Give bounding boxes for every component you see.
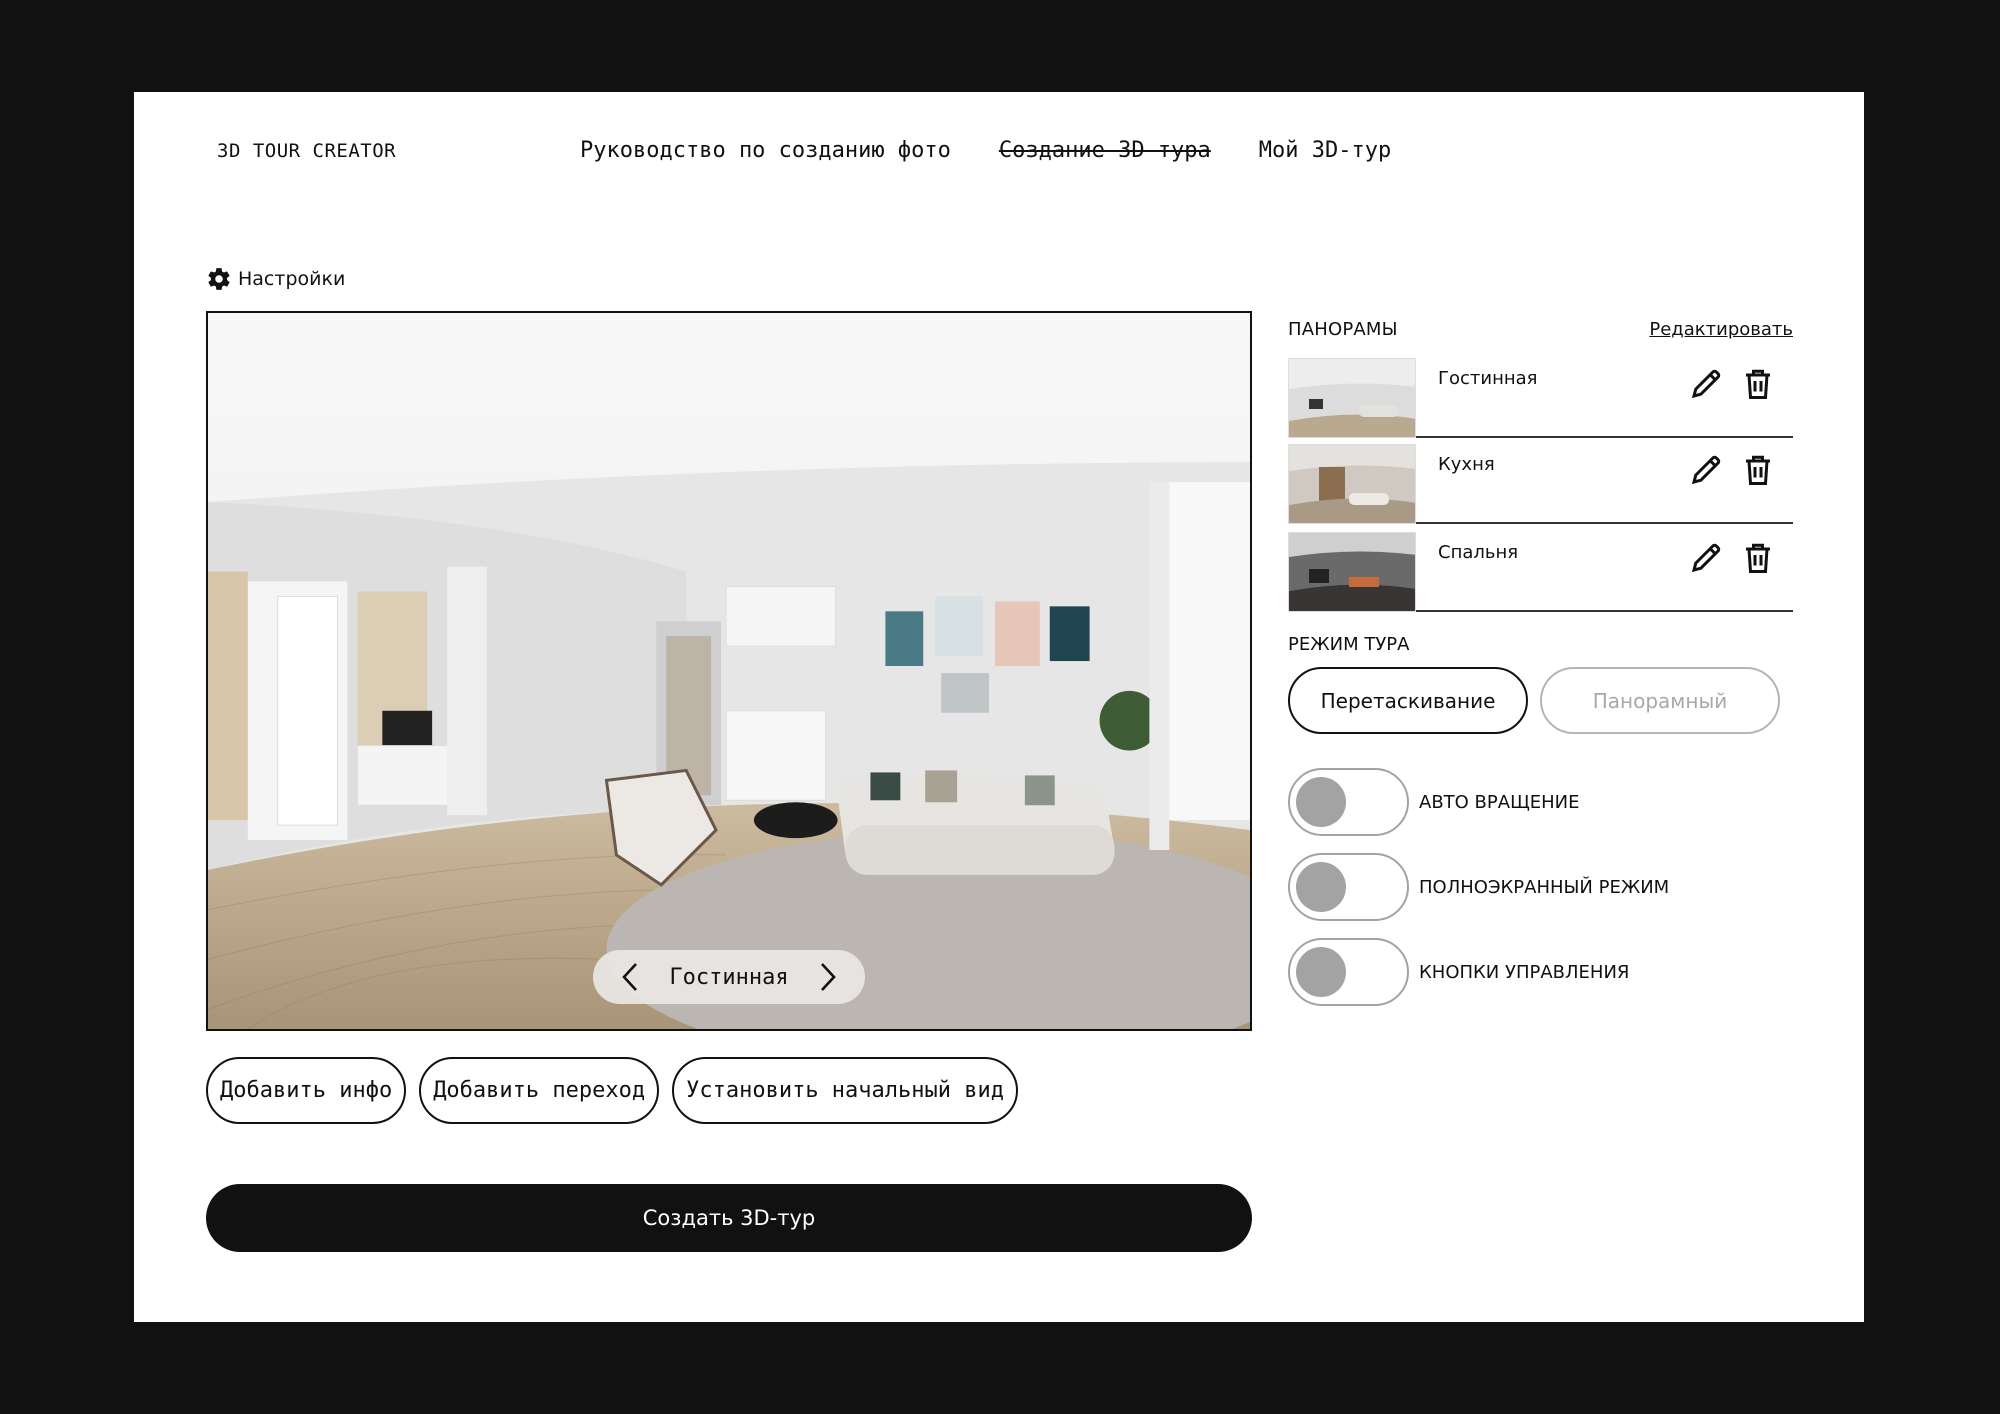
- nav-link-create-tour[interactable]: Создание 3D-тура: [999, 138, 1211, 163]
- auto-rotate-label: АВТО ВРАЩЕНИЕ: [1419, 791, 1580, 813]
- panoramas-panel: ПАНОРАМЫ Редактировать Гостинная Кухня С…: [1288, 314, 1793, 1023]
- mode-panoramic-button[interactable]: Панорамный: [1540, 667, 1780, 734]
- delete-panorama-button[interactable]: [1740, 366, 1776, 402]
- current-panorama-label: Гостинная: [669, 964, 789, 990]
- prev-panorama-button[interactable]: [619, 961, 641, 993]
- edit-panoramas-link[interactable]: Редактировать: [1649, 319, 1793, 340]
- panorama-image: [208, 313, 1250, 1029]
- next-panorama-button[interactable]: [817, 961, 839, 993]
- panorama-item[interactable]: Спальня: [1288, 532, 1793, 612]
- toggle-row-fullscreen: ПОЛНОЭКРАННЫЙ РЕЖИМ: [1288, 853, 1793, 921]
- pencil-icon: [1691, 543, 1721, 573]
- add-transition-button[interactable]: Добавить переход: [419, 1057, 660, 1124]
- chevron-right-icon: [821, 963, 836, 991]
- toggle-row-auto-rotate: АВТО ВРАЩЕНИЕ: [1288, 768, 1793, 836]
- chevron-left-icon: [622, 963, 637, 991]
- panorama-name: Спальня: [1438, 542, 1519, 563]
- auto-rotate-toggle[interactable]: [1288, 768, 1409, 836]
- trash-icon: [1746, 369, 1770, 399]
- fullscreen-toggle[interactable]: [1288, 853, 1409, 921]
- panorama-list: Гостинная Кухня Спальня: [1288, 358, 1793, 612]
- delete-panorama-button[interactable]: [1740, 540, 1776, 576]
- panorama-thumbnail[interactable]: [1288, 532, 1416, 612]
- control-buttons-toggle[interactable]: [1288, 938, 1409, 1006]
- edit-panorama-button[interactable]: [1688, 540, 1724, 576]
- toggle-knob: [1296, 862, 1346, 912]
- tour-options: АВТО ВРАЩЕНИЕ ПОЛНОЭКРАННЫЙ РЕЖИМ КНОПКИ…: [1288, 768, 1793, 1006]
- add-info-button[interactable]: Добавить инфо: [206, 1057, 407, 1124]
- panorama-thumbnail[interactable]: [1288, 444, 1416, 524]
- toggle-row-controls: КНОПКИ УПРАВЛЕНИЯ: [1288, 938, 1793, 1006]
- main-nav: Руководство по созданию фото Создание 3D…: [580, 138, 1391, 163]
- pencil-icon: [1691, 455, 1721, 485]
- tour-mode-selector: Перетаскивание Панорамный: [1288, 667, 1793, 734]
- trash-icon: [1746, 543, 1770, 573]
- set-start-view-button[interactable]: Установить начальный вид: [672, 1057, 1018, 1124]
- panorama-thumbnail[interactable]: [1288, 358, 1416, 438]
- panorama-switcher: Гостинная: [593, 950, 865, 1004]
- mode-drag-button[interactable]: Перетаскивание: [1288, 667, 1528, 734]
- fullscreen-label: ПОЛНОЭКРАННЫЙ РЕЖИМ: [1419, 876, 1670, 898]
- settings-button[interactable]: Настройки: [206, 266, 345, 292]
- viewer-tools: Добавить инфо Добавить переход Установит…: [206, 1057, 1018, 1124]
- edit-panorama-button[interactable]: [1688, 452, 1724, 488]
- nav-link-my-tour[interactable]: Мой 3D-тур: [1259, 138, 1391, 163]
- settings-label: Настройки: [238, 268, 346, 290]
- panoramas-title: ПАНОРАМЫ: [1288, 318, 1398, 340]
- toggle-knob: [1296, 777, 1346, 827]
- panorama-viewer[interactable]: Гостинная: [206, 311, 1252, 1031]
- app-window: 3D TOUR CREATOR Руководство по созданию …: [134, 92, 1864, 1322]
- create-tour-button[interactable]: Создать 3D-тур: [206, 1184, 1252, 1252]
- gear-icon: [206, 266, 232, 292]
- logo: 3D TOUR CREATOR: [217, 140, 397, 162]
- panoramas-header: ПАНОРАМЫ Редактировать: [1288, 314, 1793, 344]
- pencil-icon: [1691, 369, 1721, 399]
- panorama-name: Кухня: [1438, 454, 1495, 475]
- tour-mode-title: РЕЖИМ ТУРА: [1288, 634, 1410, 655]
- edit-panorama-button[interactable]: [1688, 366, 1724, 402]
- panorama-item[interactable]: Кухня: [1288, 444, 1793, 524]
- panorama-name: Гостинная: [1438, 368, 1538, 389]
- nav-link-photo-guide[interactable]: Руководство по созданию фото: [580, 138, 951, 163]
- delete-panorama-button[interactable]: [1740, 452, 1776, 488]
- control-buttons-label: КНОПКИ УПРАВЛЕНИЯ: [1419, 961, 1630, 983]
- trash-icon: [1746, 455, 1770, 485]
- panorama-item[interactable]: Гостинная: [1288, 358, 1793, 438]
- toggle-knob: [1296, 947, 1346, 997]
